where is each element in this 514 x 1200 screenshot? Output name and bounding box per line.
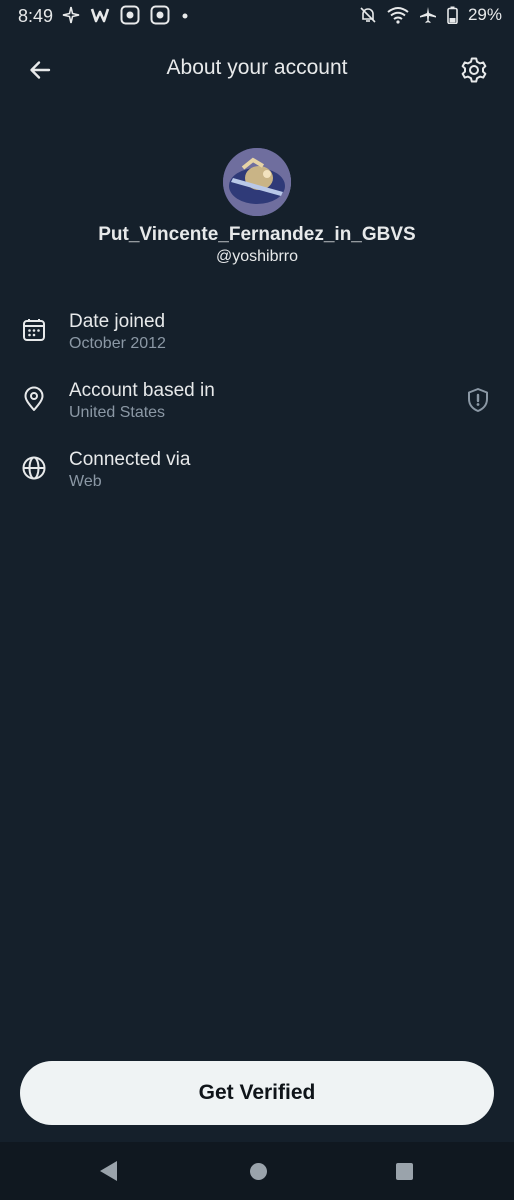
nav-back-button[interactable] bbox=[100, 1161, 117, 1181]
wifi-icon bbox=[387, 7, 409, 24]
status-left-icons bbox=[62, 5, 190, 25]
nav-home-button[interactable] bbox=[250, 1163, 267, 1180]
app-icon bbox=[120, 5, 140, 25]
sparkle-icon bbox=[62, 6, 80, 24]
app-icon bbox=[150, 5, 170, 25]
get-verified-button[interactable]: Get Verified bbox=[20, 1061, 494, 1125]
avatar[interactable] bbox=[223, 148, 291, 216]
avatar-image bbox=[223, 148, 291, 216]
system-navigation-bar bbox=[0, 1142, 514, 1200]
shield-alert-icon bbox=[468, 388, 488, 412]
status-right-icons: 29% bbox=[359, 5, 502, 25]
calendar-icon bbox=[20, 316, 48, 344]
top-app-bar: About your account bbox=[0, 38, 514, 100]
connected-via-value: Web bbox=[69, 473, 102, 490]
account-based-in-value: United States bbox=[69, 404, 166, 421]
page-title: About your account bbox=[166, 56, 348, 79]
account-info-list: Date joined October 2012 Account based i… bbox=[0, 300, 514, 507]
gear-icon bbox=[461, 57, 487, 83]
location-privacy-button[interactable] bbox=[464, 386, 492, 414]
battery-percent: 29% bbox=[467, 5, 502, 24]
w-app-icon bbox=[90, 8, 110, 23]
display-name: Put_Vincente_Fernandez_in_GBVS bbox=[98, 224, 416, 245]
notifications-off-icon bbox=[360, 7, 376, 23]
account-based-in-label: Account based in bbox=[69, 380, 215, 401]
battery-icon bbox=[447, 6, 458, 24]
list-item-account-based-in: Account based in United States bbox=[0, 369, 514, 438]
status-time: 8:49 bbox=[18, 6, 54, 26]
list-item-date-joined: Date joined October 2012 bbox=[0, 300, 514, 369]
airplane-icon bbox=[419, 7, 436, 23]
dot-icon bbox=[182, 13, 188, 19]
username-handle: @yoshibrro bbox=[215, 248, 299, 265]
settings-button[interactable] bbox=[454, 50, 494, 90]
date-joined-label: Date joined bbox=[69, 311, 166, 332]
nav-recent-apps-button[interactable] bbox=[396, 1163, 413, 1180]
date-joined-value: October 2012 bbox=[69, 335, 166, 352]
connected-via-label: Connected via bbox=[69, 449, 191, 470]
globe-icon bbox=[20, 454, 48, 482]
status-bar: 8:49 29% bbox=[0, 0, 514, 34]
location-pin-icon bbox=[20, 385, 48, 413]
list-item-connected-via: Connected via Web bbox=[0, 438, 514, 507]
profile-summary: Put_Vincente_Fernandez_in_GBVS @yoshibrr… bbox=[0, 148, 514, 266]
